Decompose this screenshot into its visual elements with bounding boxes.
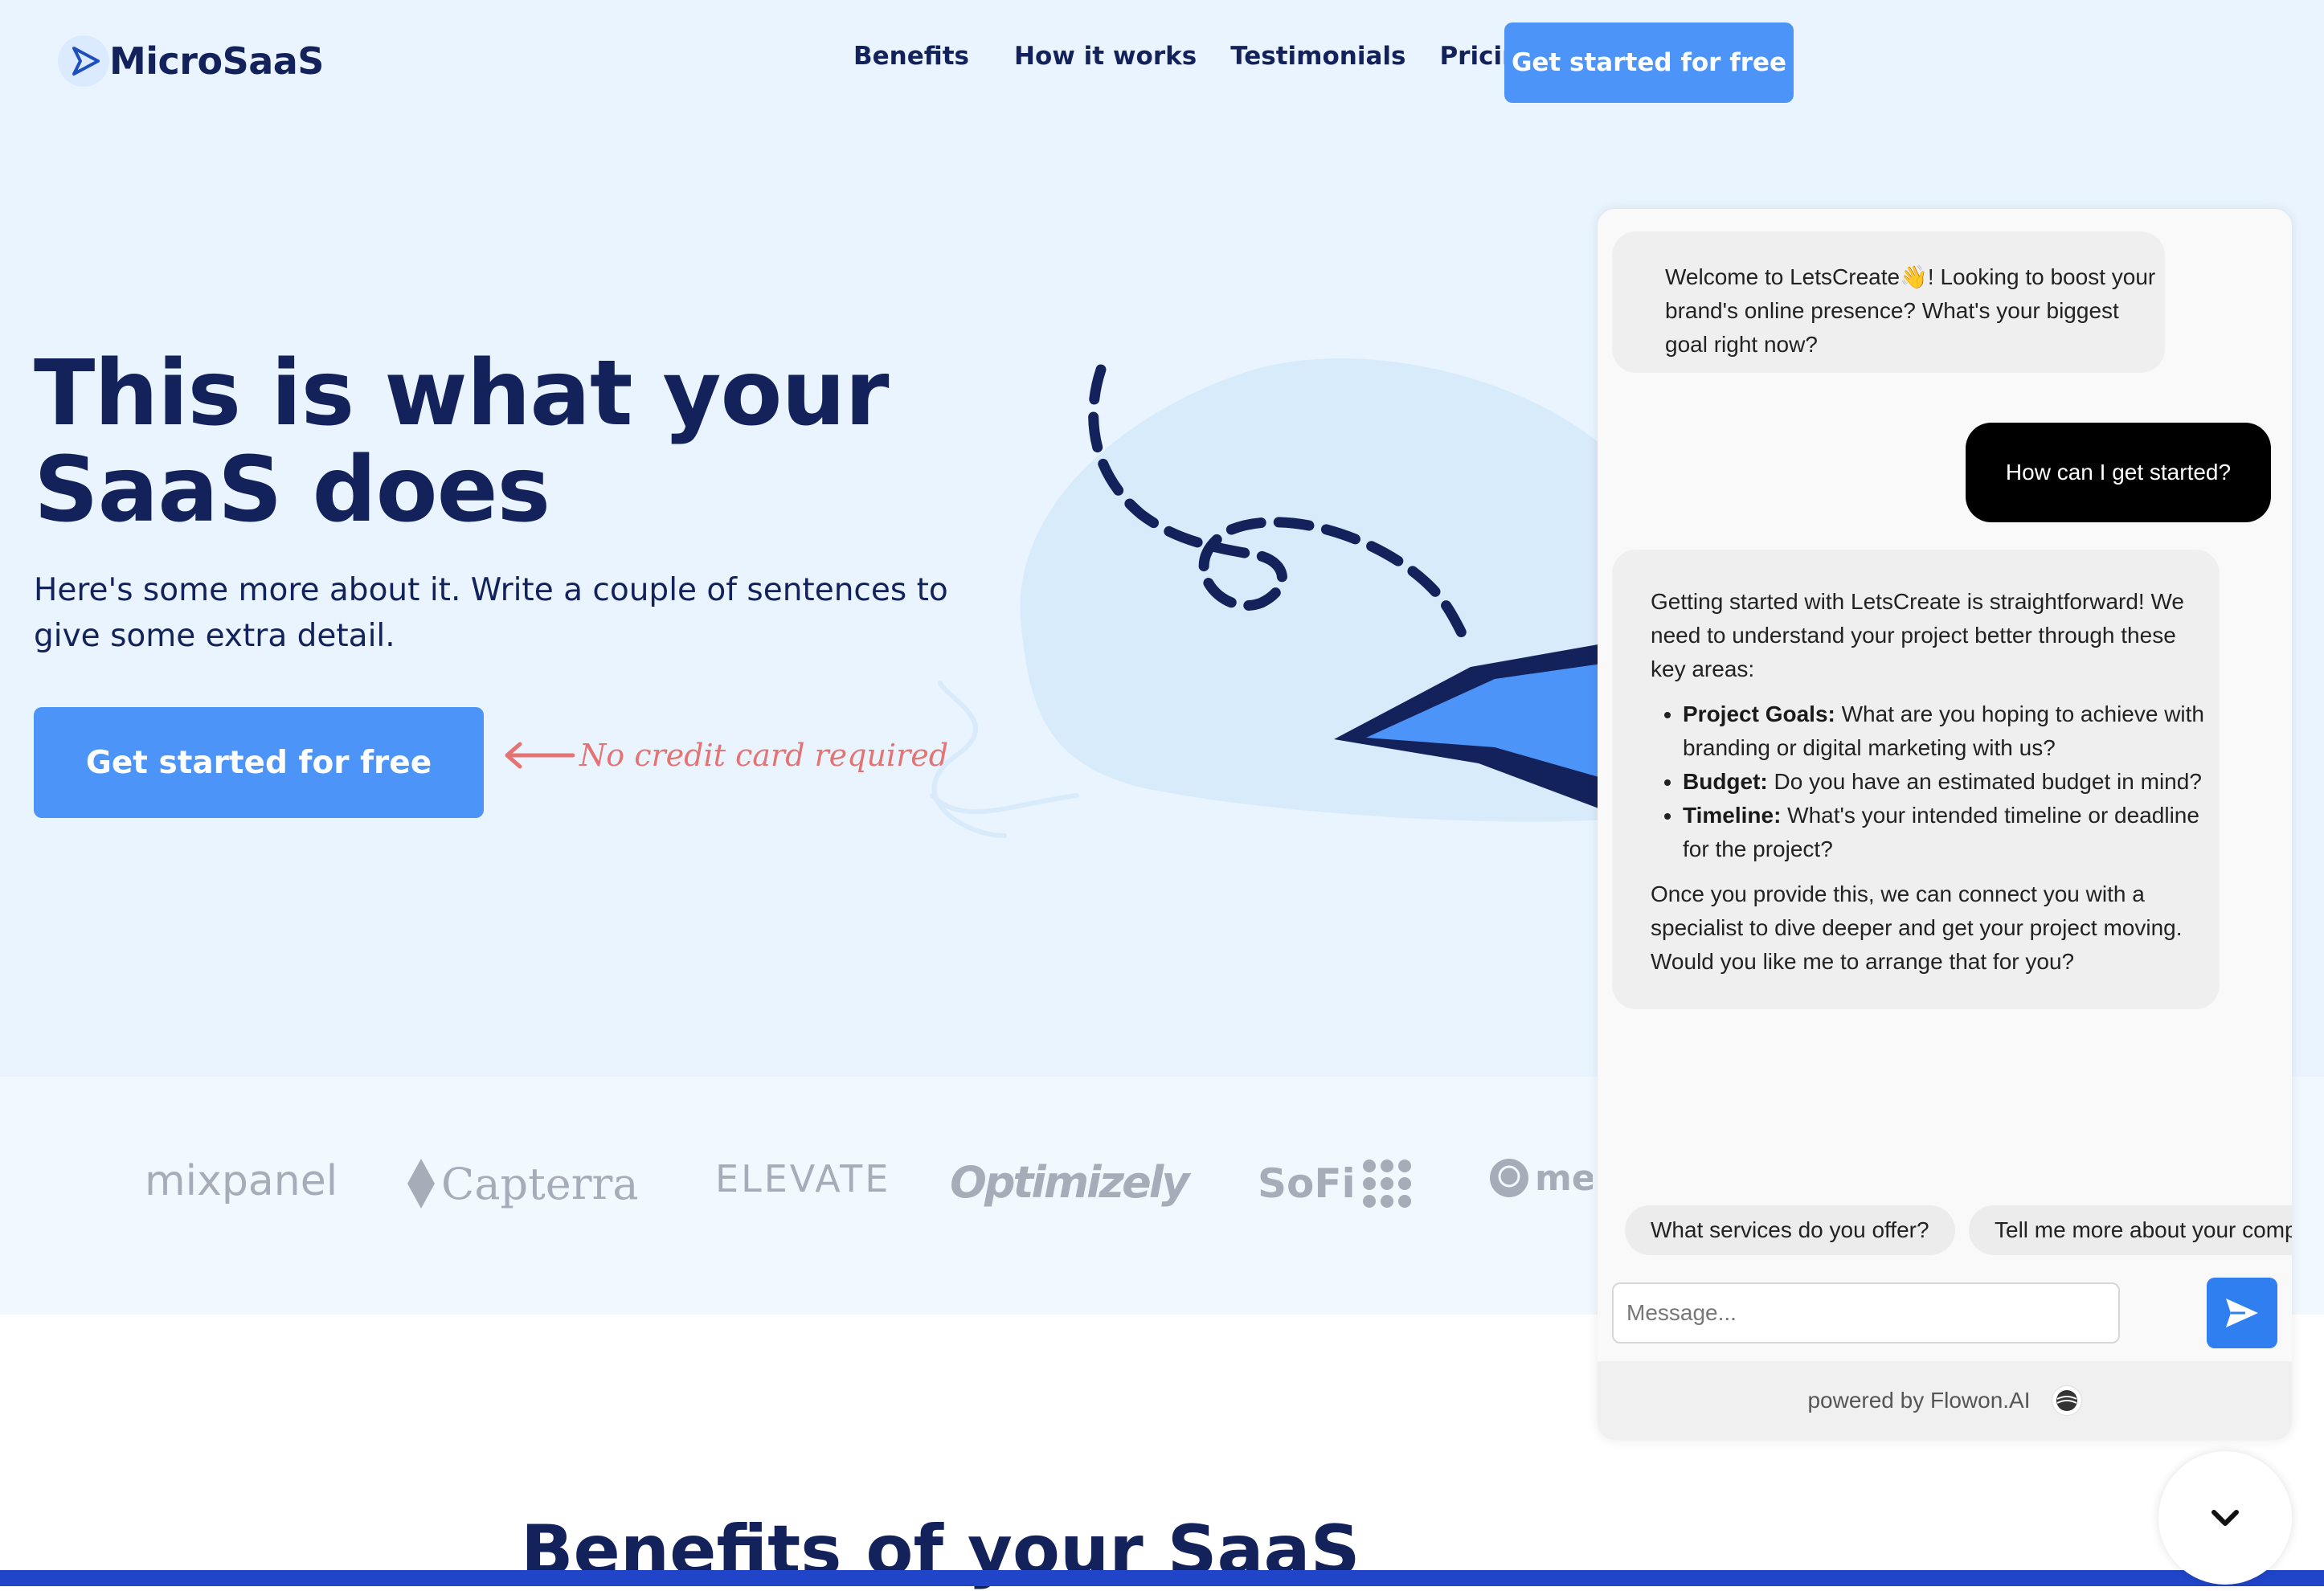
site-logo[interactable]: MicroSaaS xyxy=(58,35,324,87)
capterra-arrow-icon xyxy=(407,1159,435,1209)
sofi-dots-icon xyxy=(1362,1160,1411,1208)
logo-elevate: ELEVATE xyxy=(715,1157,890,1200)
powered-by-text[interactable]: powered by Flowon.AI xyxy=(1807,1388,2030,1413)
hero-title: This is what your SaaS does xyxy=(34,342,889,542)
bot-message: Welcome to LetsCreate👋! Looking to boost… xyxy=(1612,231,2165,373)
list-item-label: Project Goals: xyxy=(1683,701,1835,726)
logo-optimizely: Optimizely xyxy=(950,1157,1189,1208)
logo-mixpanel: mixpanel xyxy=(145,1157,338,1205)
flowon-logo-icon xyxy=(2051,1385,2082,1416)
bot-message-list: Project Goals: What are you hoping to ac… xyxy=(1651,697,2211,866)
suggestion-chip-services[interactable]: What services do you offer? xyxy=(1625,1205,1955,1255)
arrow-left-icon xyxy=(505,742,575,769)
logo-capterra: Capterra xyxy=(406,1157,639,1210)
bot-message-outro: Once you provide this, we can connect yo… xyxy=(1651,881,2183,974)
bot-message-text: Welcome to LetsCreate👋! Looking to boost… xyxy=(1665,264,2156,357)
bot-message-intro: Getting started with LetsCreate is strai… xyxy=(1651,589,2184,681)
logo-sofi: SoFi xyxy=(1258,1157,1414,1210)
list-item: Budget: Do you have an estimated budget … xyxy=(1683,765,2211,799)
list-item-text: Do you have an estimated budget in mind? xyxy=(1767,769,2202,794)
chat-collapse-button[interactable] xyxy=(2158,1451,2292,1585)
logo-men: men xyxy=(1488,1157,1593,1199)
nav-link-testimonials[interactable]: Testimonials xyxy=(1230,42,1405,71)
paper-plane-illustration xyxy=(930,358,1607,838)
suggestion-chip-company[interactable]: Tell me more about your comp xyxy=(1969,1205,2292,1255)
list-item: Timeline: What's your intended timeline … xyxy=(1683,799,2211,866)
send-button[interactable] xyxy=(2207,1278,2277,1348)
send-icon xyxy=(2226,1299,2258,1327)
hero-get-started-button[interactable]: Get started for free xyxy=(34,707,484,818)
no-credit-card-text: No credit card required xyxy=(579,738,949,773)
logo-optimizely-text: Optimizely xyxy=(950,1157,1189,1208)
list-item-label: Budget: xyxy=(1683,769,1768,794)
nav-link-how-it-works[interactable]: How it works xyxy=(1014,42,1197,71)
list-item-label: Timeline: xyxy=(1683,803,1782,828)
nav-link-benefits[interactable]: Benefits xyxy=(853,42,969,71)
chevron-down-icon xyxy=(2211,1510,2239,1526)
message-input[interactable] xyxy=(1612,1282,2120,1344)
logo-elevate-text: ELEVATE xyxy=(715,1157,891,1200)
logo-text: MicroSaaS xyxy=(109,39,324,83)
user-message: How can I get started? xyxy=(1966,423,2271,522)
logo-play-icon xyxy=(58,35,109,87)
no-credit-card-note: No credit card required xyxy=(502,738,948,773)
chat-widget: Welcome to LetsCreate👋! Looking to boost… xyxy=(1598,209,2292,1440)
logo-sofi-text: SoFi xyxy=(1258,1160,1356,1207)
logo-mixpanel-text: mixpanel xyxy=(145,1157,338,1205)
main-nav: Benefits How it works Testimonials Prici… xyxy=(853,42,1571,71)
logo-men-text: men xyxy=(1535,1157,1593,1199)
powered-by-footer: powered by Flowon.AI xyxy=(1598,1361,2292,1440)
list-item: Project Goals: What are you hoping to ac… xyxy=(1683,697,2211,765)
bottom-accent-bar xyxy=(0,1570,2324,1586)
hero-subtitle: Here's some more about it. Write a coupl… xyxy=(34,572,948,654)
brain-icon xyxy=(1490,1159,1528,1197)
user-message-text: How can I get started? xyxy=(2005,460,2232,485)
bot-message: Getting started with LetsCreate is strai… xyxy=(1612,550,2220,1009)
nav-get-started-button[interactable]: Get started for free xyxy=(1504,22,1794,103)
logo-capterra-text: Capterra xyxy=(441,1158,639,1209)
